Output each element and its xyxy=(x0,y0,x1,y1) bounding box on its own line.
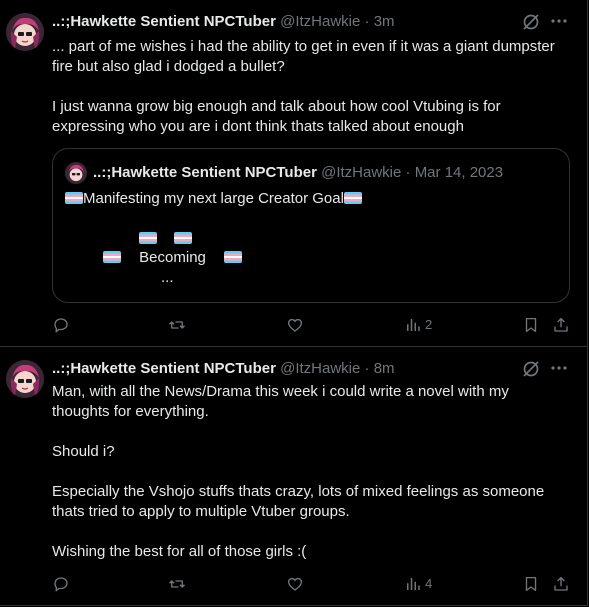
reply-icon xyxy=(54,317,68,332)
quoted-text: Manifesting my next large Creator Goal xyxy=(83,190,344,207)
grok-icon[interactable] xyxy=(521,359,541,379)
transgender-flag-emoji xyxy=(65,192,83,204)
quoted-avatar xyxy=(65,162,87,184)
quoted-author-name: ..:;Hawkette Sentient NPCTuber xyxy=(93,164,317,181)
avatar[interactable] xyxy=(6,360,44,398)
views-count: 4 xyxy=(425,575,433,591)
grok-icon[interactable] xyxy=(521,12,541,32)
tweet-actions: 2 xyxy=(52,314,569,334)
reply-button[interactable] xyxy=(52,573,70,593)
share-icon xyxy=(554,576,568,591)
quoted-author-handle: @ItzHawkie xyxy=(321,164,402,181)
views-count: 2 xyxy=(425,316,433,332)
tweet-header: ..:;Hawkette Sentient NPCTuber @ItzHawki… xyxy=(52,12,395,32)
more-icon[interactable] xyxy=(549,11,569,31)
author-name[interactable]: ..:;Hawkette Sentient NPCTuber xyxy=(52,13,276,30)
separator: · xyxy=(364,13,370,30)
transgender-flag-emoji xyxy=(103,251,121,263)
separator: · xyxy=(364,360,370,377)
quoted-ellipsis: ... xyxy=(161,269,174,286)
transgender-flag-emoji xyxy=(343,192,362,204)
quoted-text-line: Becoming xyxy=(103,248,243,268)
views-button[interactable]: 4 xyxy=(404,573,432,593)
quoted-date: Mar 14, 2023 xyxy=(414,164,504,181)
repost-icon xyxy=(169,320,185,329)
reply-button[interactable] xyxy=(52,314,70,334)
tweet-actions: 4 xyxy=(52,573,569,593)
share-icon xyxy=(554,317,568,332)
repost-button[interactable] xyxy=(168,573,186,593)
like-icon xyxy=(287,577,303,591)
quoted-text-line: Manifesting my next large Creator Goal xyxy=(65,189,362,209)
bookmark-button[interactable] xyxy=(522,573,540,593)
like-button[interactable] xyxy=(286,573,304,593)
separator: · xyxy=(405,164,411,181)
transgender-flag-emoji xyxy=(139,232,157,244)
transgender-flag-emoji xyxy=(174,232,192,244)
bookmark-icon xyxy=(525,576,537,591)
bookmark-icon xyxy=(525,317,537,332)
share-button[interactable] xyxy=(552,573,570,593)
tweet[interactable]: ..:;Hawkette Sentient NPCTuber @ItzHawki… xyxy=(0,0,587,347)
repost-icon xyxy=(169,579,185,588)
transgender-flag-emoji xyxy=(224,251,243,263)
like-icon xyxy=(287,318,303,332)
author-handle[interactable]: @ItzHawkie xyxy=(280,360,360,377)
share-button[interactable] xyxy=(552,314,570,334)
tweet-text: Man, with all the News/Drama this week i… xyxy=(52,383,545,560)
author-name[interactable]: ..:;Hawkette Sentient NPCTuber xyxy=(52,360,276,377)
like-button[interactable] xyxy=(286,314,304,334)
views-icon xyxy=(407,577,420,590)
tweet[interactable]: ..:;Hawkette Sentient NPCTuber @ItzHawki… xyxy=(0,347,587,605)
views-icon xyxy=(407,318,420,331)
bookmark-button[interactable] xyxy=(522,314,540,334)
timestamp[interactable]: 3m xyxy=(374,13,395,30)
reply-icon xyxy=(54,576,68,591)
tweet-header: ..:;Hawkette Sentient NPCTuber @ItzHawki… xyxy=(52,359,395,379)
timestamp[interactable]: 8m xyxy=(374,360,395,377)
more-icon[interactable] xyxy=(549,358,569,378)
quoted-flags-row xyxy=(139,230,192,247)
author-handle[interactable]: @ItzHawkie xyxy=(280,13,360,30)
quoted-tweet[interactable]: ..:;Hawkette Sentient NPCTuber @ItzHawki… xyxy=(52,148,570,303)
quoted-header: ..:;Hawkette Sentient NPCTuber @ItzHawki… xyxy=(93,163,503,183)
repost-button[interactable] xyxy=(168,314,186,334)
tweet-text: ... part of me wishes i had the ability … xyxy=(52,38,555,135)
avatar[interactable] xyxy=(6,13,44,51)
views-button[interactable]: 2 xyxy=(404,314,432,334)
quoted-becoming-text: Becoming xyxy=(139,249,206,266)
